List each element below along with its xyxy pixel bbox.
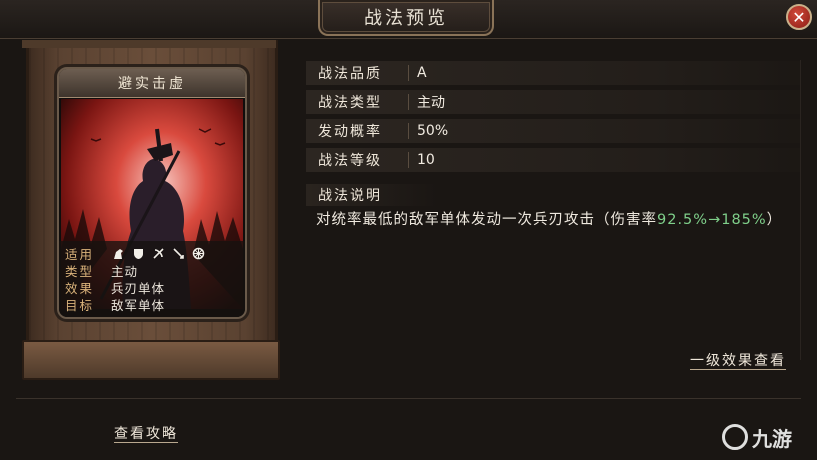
scroll-bottom-rod	[22, 340, 280, 380]
stat-row-effect: 效果 兵刃单体	[59, 279, 245, 296]
right-divider	[800, 60, 801, 360]
info-label: 发动概率	[318, 124, 382, 140]
info-value: 50%	[417, 123, 449, 139]
skill-name: 避实击虚	[118, 76, 186, 92]
info-value: 主动	[417, 95, 445, 111]
close-button[interactable]: ✕	[786, 4, 812, 30]
strategy-guide-link[interactable]: 查看攻略	[114, 423, 178, 443]
cavalry-icon	[111, 247, 125, 261]
info-row-level: 战法等级 10	[306, 148, 800, 172]
info-label: 战法类型	[318, 95, 382, 111]
stat-row-target: 目标 敌军单体	[59, 296, 245, 313]
info-row-quality: 战法品质 A	[306, 61, 800, 85]
window-title-tab: 战法预览	[318, 0, 494, 36]
window-title: 战法预览	[364, 8, 448, 29]
bottom-divider	[16, 398, 801, 399]
info-row-probability: 发动概率 50%	[306, 119, 800, 143]
stat-row-type: 类型 主动	[59, 262, 245, 279]
stat-label: 目标	[65, 298, 95, 313]
watermark: 九游	[722, 420, 812, 454]
skill-card: 避实击虚 适用 类型 主动 效果 兵刃单体 目标 敌军单体	[57, 67, 247, 319]
info-separator	[408, 94, 409, 110]
chariot-icon	[191, 247, 205, 261]
info-label: 战法品质	[318, 66, 382, 82]
applicable-unit-icons	[111, 247, 205, 261]
description-prefix: 对统率最低的敌军单体发动一次兵刃攻击（伤害率	[316, 212, 657, 228]
level1-effects-link[interactable]: 一级效果查看	[690, 350, 786, 370]
stat-row-applicable: 适用	[59, 245, 245, 262]
info-separator	[408, 65, 409, 81]
info-separator	[408, 152, 409, 168]
shield-icon	[131, 247, 145, 261]
stat-value: 敌军单体	[111, 298, 166, 313]
skill-stats: 适用 类型 主动 效果 兵刃单体 目标 敌军单体	[59, 241, 245, 317]
bow-icon	[151, 247, 165, 261]
damage-rate-highlight: 92.5%→185%	[657, 212, 767, 228]
info-label: 战法等级	[318, 153, 382, 169]
info-value: A	[417, 65, 427, 81]
skill-card-header: 避实击虚	[59, 69, 245, 98]
spear-icon	[171, 247, 185, 261]
description-suffix: ）	[766, 212, 783, 228]
close-icon: ✕	[792, 7, 806, 27]
watermark-text: 九游	[752, 426, 792, 451]
info-value: 10	[417, 152, 435, 168]
scroll-top-rod	[22, 40, 276, 48]
info-row-type: 战法类型 主动	[306, 90, 800, 114]
skill-description: 对统率最低的敌军单体发动一次兵刃攻击（伤害率92.5%→185%）	[316, 208, 791, 233]
jiuyou-logo-icon	[722, 424, 748, 450]
info-separator	[408, 123, 409, 139]
description-title: 战法说明	[306, 184, 438, 206]
